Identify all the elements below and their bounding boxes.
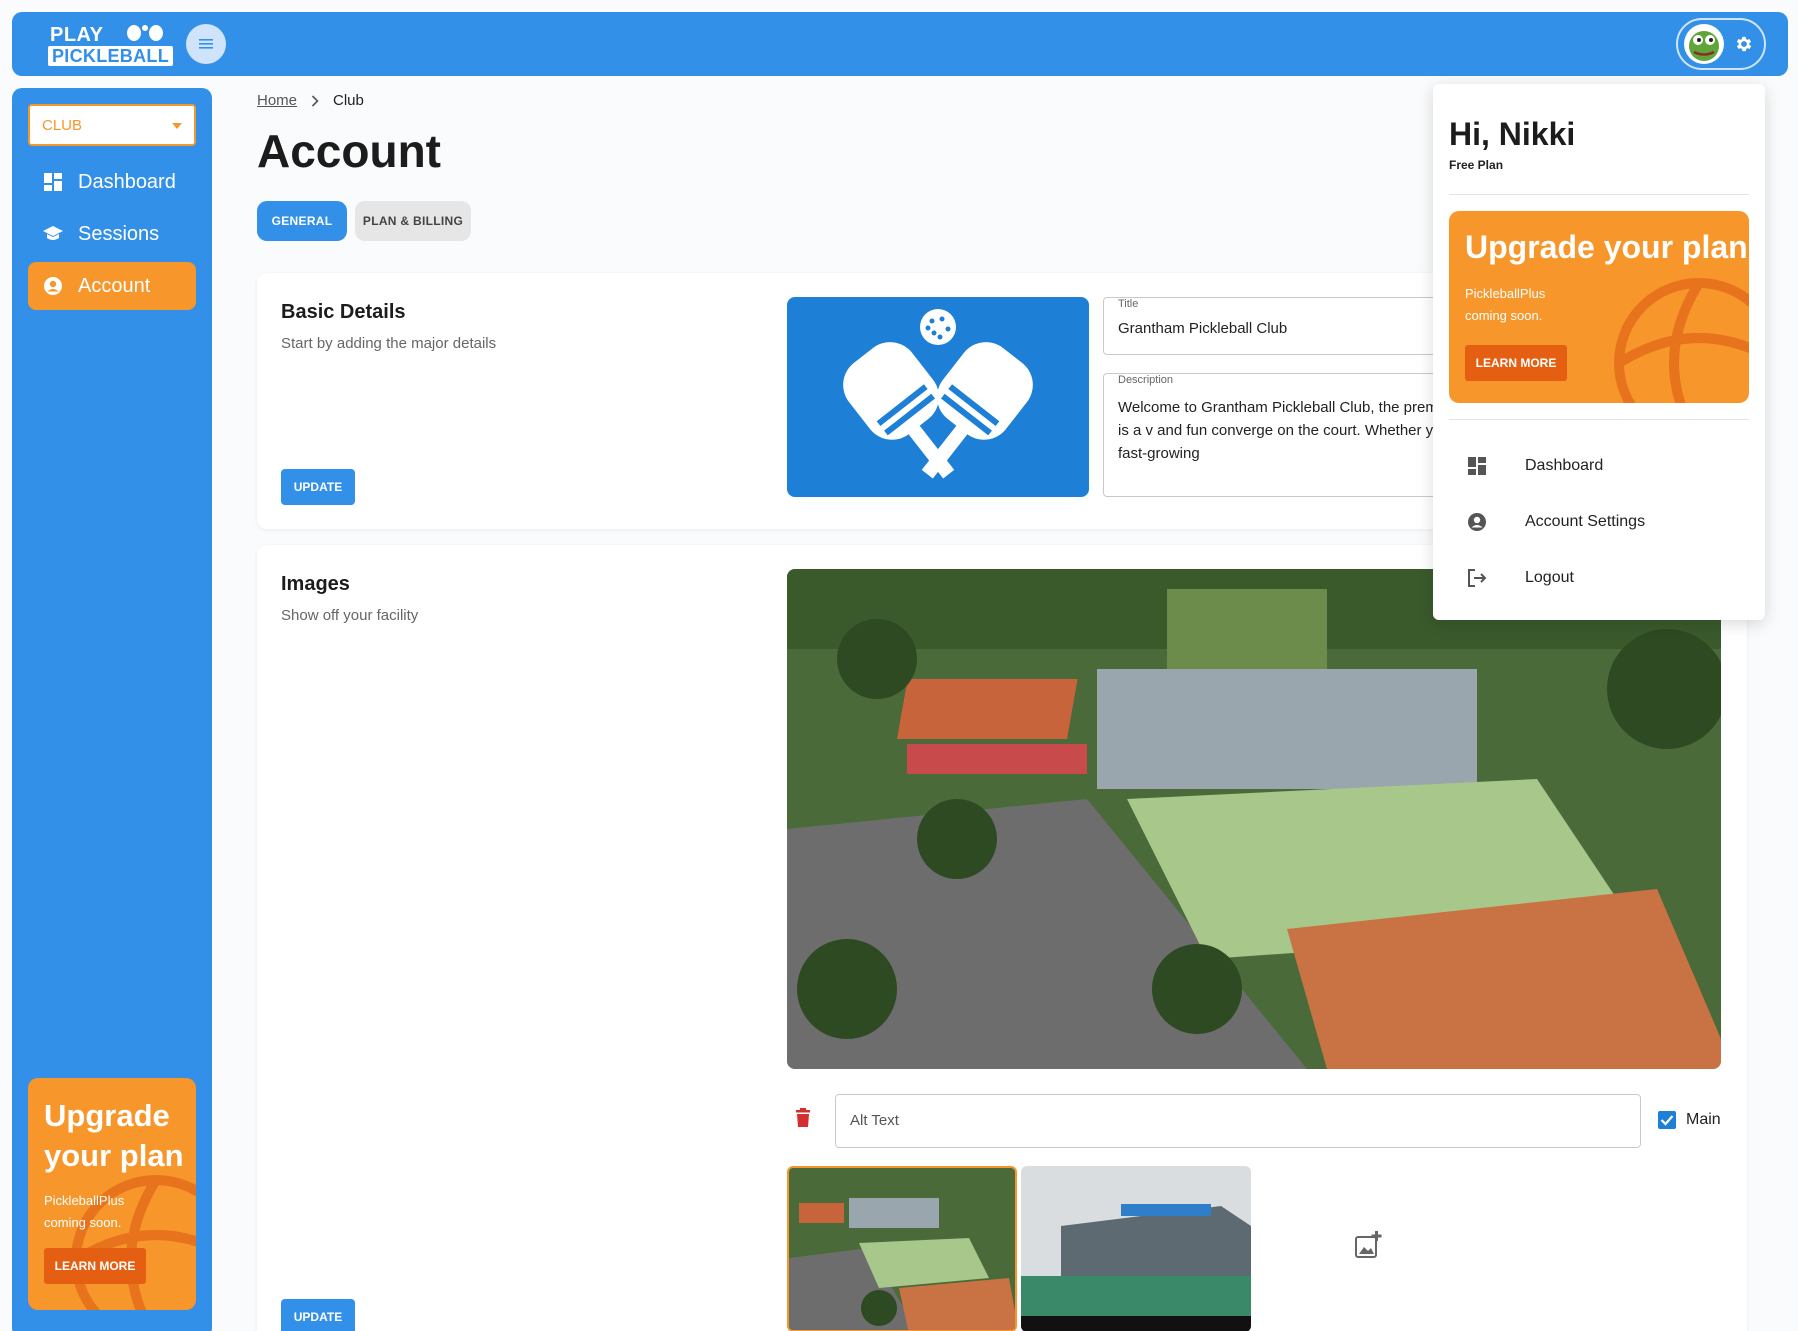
dashboard-icon <box>1449 456 1505 476</box>
image-thumbnail-1[interactable] <box>787 1166 1017 1331</box>
main-image-checkbox[interactable]: Main <box>1658 1111 1721 1129</box>
basic-details-heading: Basic Details <box>281 301 406 323</box>
play-pickleball-logo[interactable]: PLAY PICKLEBALL <box>36 22 173 70</box>
main-image-label: Main <box>1686 1111 1721 1128</box>
club-select[interactable]: CLUB <box>28 104 196 146</box>
user-plan-label: Free Plan <box>1449 158 1504 172</box>
main-facility-image <box>787 569 1721 1069</box>
menu-item-label: Dashboard <box>1525 457 1604 474</box>
sidebar-item-sessions[interactable]: Sessions <box>28 210 196 258</box>
sidebar-item-label: Dashboard <box>78 170 176 193</box>
user-menu-button[interactable] <box>1676 18 1766 70</box>
menu-item-logout[interactable]: Logout <box>1449 554 1749 602</box>
learn-more-button[interactable]: LEARN MORE <box>44 1248 146 1284</box>
chevron-down-icon <box>172 123 182 129</box>
crossed-paddles-icon <box>127 25 163 41</box>
top-app-bar: PLAY PICKLEBALL <box>12 12 1788 76</box>
menu-item-label: Logout <box>1525 569 1574 586</box>
user-dropdown-menu: Hi, Nikki Free Plan Upgrade your plan Pi… <box>1433 84 1765 620</box>
sidebar-item-label: Sessions <box>78 222 160 245</box>
club-select-value: CLUB <box>42 117 83 134</box>
aerial-facility-thumbnail <box>789 1168 1015 1330</box>
gear-icon <box>1736 36 1752 52</box>
basic-details-description: Start by adding the major details <box>281 335 497 352</box>
user-greeting: Hi, Nikki <box>1449 116 1576 152</box>
avatar <box>1684 24 1724 64</box>
basketball-decoration-icon <box>1614 278 1749 403</box>
crossed-paddles-logo-icon <box>843 309 1033 479</box>
breadcrumb-home-link[interactable]: Home <box>257 92 297 109</box>
add-image-button[interactable] <box>1355 1231 1383 1264</box>
dashboard-icon <box>42 171 64 193</box>
hamburger-menu-icon <box>199 39 213 49</box>
upgrade-plan-card: Upgrade your plan PickleballPlus coming … <box>1449 211 1749 403</box>
add-photo-icon <box>1355 1231 1382 1258</box>
menu-item-account-settings[interactable]: Account Settings <box>1449 498 1749 546</box>
tab-plan-billing[interactable]: PLAN & BILLING <box>355 201 471 241</box>
menu-toggle-button[interactable] <box>186 24 226 64</box>
aerial-facility-photo <box>787 569 1721 1069</box>
menu-item-dashboard[interactable]: Dashboard <box>1449 442 1749 490</box>
breadcrumb: Home Club <box>257 92 364 109</box>
learn-more-button[interactable]: LEARN MORE <box>1465 345 1567 381</box>
images-card: Images Show off your facility Alt Text M… <box>257 545 1747 1331</box>
sidebar-item-label: Account <box>78 274 151 297</box>
club-logo-image[interactable] <box>787 297 1089 497</box>
trash-icon <box>796 1108 810 1127</box>
logo-line-1: PLAY <box>50 24 104 46</box>
alt-text-placeholder: Alt Text <box>850 1112 899 1129</box>
menu-item-label: Account Settings <box>1525 513 1646 530</box>
account-circle-icon <box>42 275 64 297</box>
divider <box>1449 194 1749 195</box>
breadcrumb-current: Club <box>333 92 364 109</box>
upgrade-plan-subtitle: PickleballPlus coming soon. <box>1465 286 1546 323</box>
divider <box>1449 419 1749 420</box>
tab-general[interactable]: GENERAL <box>257 201 347 241</box>
alt-text-input[interactable]: Alt Text <box>835 1094 1641 1148</box>
upgrade-plan-title: Upgrade your plan <box>1465 229 1748 265</box>
upgrade-plan-card: Upgrade your plan PickleballPlus coming … <box>28 1078 196 1310</box>
chevron-right-icon <box>311 94 319 107</box>
building-exterior-thumbnail <box>1021 1166 1251 1331</box>
school-icon <box>42 223 64 245</box>
account-circle-icon <box>1449 512 1505 532</box>
upgrade-plan-subtitle: PickleballPlus coming soon. <box>44 1193 125 1230</box>
sidebar: CLUB Dashboard Sessions Account Upgrade … <box>12 88 212 1331</box>
logo-line-2: PICKLEBALL <box>48 46 173 66</box>
checkbox-checked-icon <box>1658 1111 1676 1129</box>
images-heading: Images <box>281 573 350 595</box>
sidebar-item-dashboard[interactable]: Dashboard <box>28 158 196 206</box>
page-title: Account <box>257 125 441 177</box>
images-description: Show off your facility <box>281 607 419 624</box>
description-field-label: Description <box>1114 374 1178 386</box>
title-field-label: Title <box>1114 298 1143 310</box>
frog-avatar-icon <box>1689 31 1719 61</box>
upgrade-plan-title: Upgrade your plan <box>44 1098 184 1173</box>
images-update-button[interactable]: UPDATE <box>281 1299 355 1331</box>
basic-details-update-button[interactable]: UPDATE <box>281 469 355 505</box>
title-field-value: Grantham Pickleball Club <box>1118 320 1288 337</box>
image-thumbnail-2[interactable] <box>1021 1166 1251 1331</box>
logout-icon <box>1449 568 1505 588</box>
delete-image-button[interactable] <box>795 1108 811 1133</box>
sidebar-item-account[interactable]: Account <box>28 262 196 310</box>
